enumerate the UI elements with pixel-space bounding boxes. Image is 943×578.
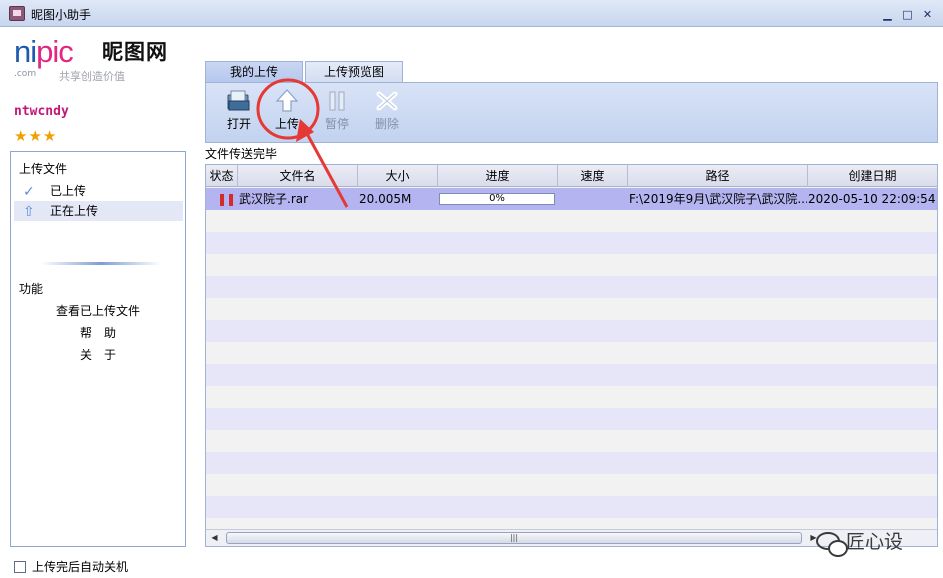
about-link[interactable]: 关 于 [11, 346, 185, 363]
empty-table-row [206, 408, 937, 430]
column-header-path[interactable]: 路径 [628, 165, 808, 187]
rating-stars-icon: ★★★ [14, 127, 58, 145]
column-header-size[interactable]: 大小 [358, 165, 438, 187]
empty-table-row [206, 298, 937, 320]
auto-shutdown-option[interactable]: 上传完后自动关机 [14, 558, 128, 575]
watermark: 匠心设 [816, 527, 904, 557]
username: ntwcndy [14, 104, 69, 119]
open-button[interactable]: 打开 [216, 89, 262, 132]
empty-table-row [206, 276, 937, 298]
empty-table-row [206, 232, 937, 254]
empty-table-row [206, 364, 937, 386]
row-filename: 武汉院子.rar [239, 192, 309, 206]
column-header-created[interactable]: 创建日期 [808, 165, 937, 187]
tab-my-uploads[interactable]: 我的上传 [205, 61, 303, 82]
logo-ni: ni [14, 34, 37, 69]
delete-button-label: 删除 [374, 117, 399, 131]
logo-slogan: 共享创造价值 [59, 70, 125, 83]
empty-table-row [206, 254, 937, 276]
column-header-speed[interactable]: 速度 [558, 165, 628, 187]
empty-table-row [206, 474, 937, 496]
window-title: 昵图小助手 [31, 8, 92, 22]
divider [41, 262, 161, 265]
auto-shutdown-checkbox[interactable] [14, 561, 26, 573]
column-header-filename[interactable]: 文件名 [238, 165, 358, 187]
table-row[interactable]: ❚❚ 武汉院子.rar 20.005M 0% F:\2019年9月\武汉院子\武… [206, 188, 937, 210]
logo-chinese-name: 昵图网 [102, 40, 168, 64]
column-header-progress[interactable]: 进度 [438, 165, 558, 187]
table-header: 状态 文件名 大小 进度 速度 路径 创建日期 [206, 165, 937, 187]
row-progress-bar: 0% [439, 193, 555, 205]
upload-table: 状态 文件名 大小 进度 速度 路径 创建日期 ❚❚ 武汉院子.rar 20.0… [205, 164, 938, 547]
sidebar-item-uploaded[interactable]: ✓ 已上传 [14, 181, 183, 201]
empty-table-row [206, 430, 937, 452]
delete-x-icon [374, 89, 400, 113]
status-text: 文件传送完毕 [205, 147, 278, 161]
open-button-label: 打开 [226, 117, 251, 131]
row-speed [562, 188, 628, 210]
row-status-pause-icon: ❚❚ [217, 192, 236, 206]
row-created: 2020-05-10 22:09:54 [808, 192, 936, 206]
functions-heading: 功能 [19, 282, 44, 296]
app-icon [9, 6, 25, 21]
empty-table-row [206, 452, 937, 474]
watermark-text: 匠心设 [846, 531, 904, 553]
sidebar-item-uploading[interactable]: ⇧ 正在上传 [14, 201, 183, 221]
open-folder-icon [226, 89, 252, 113]
upload-button[interactable]: 上传 [264, 89, 310, 132]
toolbar: 打开 上传 暂停 删除 [205, 82, 938, 143]
empty-table-row [206, 210, 937, 232]
check-icon: ✓ [23, 184, 35, 200]
scroll-left-arrow-icon[interactable]: ◀ [206, 530, 223, 546]
logo-pic: pic [36, 34, 74, 69]
maximize-button[interactable]: □ [902, 9, 913, 20]
row-progress-label: 0% [489, 193, 505, 204]
minimize-button[interactable]: ▁ [882, 9, 893, 20]
view-uploaded-link[interactable]: 查看已上传文件 [11, 302, 185, 319]
sidebar-item-label: 正在上传 [50, 204, 99, 218]
tab-upload-preview[interactable]: 上传预览图 [305, 61, 403, 82]
close-button[interactable]: ✕ [922, 9, 933, 20]
delete-button[interactable]: 删除 [364, 89, 410, 132]
title-bar: 昵图小助手 ▁ □ ✕ [0, 0, 943, 27]
pause-button-label: 暂停 [324, 117, 349, 131]
column-header-status[interactable]: 状态 [206, 165, 238, 187]
empty-table-row [206, 342, 937, 364]
row-path: F:\2019年9月\武汉院子\武汉院... [629, 192, 807, 206]
navigation-panel: 上传文件 ✓ 已上传 ⇧ 正在上传 功能 查看已上传文件 帮 助 关 于 [10, 151, 186, 547]
empty-table-row [206, 386, 937, 408]
upload-button-label: 上传 [274, 117, 299, 131]
scroll-thumb[interactable]: ||| [226, 532, 802, 544]
wechat-icon [816, 532, 848, 557]
left-sidebar: nipic 昵图网 .com 共享创造价值 ntwcndy ★★★ 上传文件 ✓… [0, 28, 196, 578]
help-link[interactable]: 帮 助 [11, 324, 185, 341]
empty-table-row [206, 496, 937, 518]
logo-dotcom: .com [14, 69, 37, 79]
upload-files-heading: 上传文件 [19, 162, 68, 176]
upload-arrow-icon [274, 89, 300, 113]
logo-wordmark: nipic [14, 34, 74, 70]
pause-icon [324, 89, 350, 113]
auto-shutdown-label: 上传完后自动关机 [32, 560, 129, 574]
nipic-logo: nipic 昵图网 .com 共享创造价值 [14, 34, 189, 84]
pause-button[interactable]: 暂停 [314, 89, 360, 132]
row-size: 20.005M [359, 192, 412, 206]
sidebar-item-label: 已上传 [50, 184, 87, 198]
up-arrow-icon: ⇧ [23, 204, 35, 220]
empty-table-row [206, 320, 937, 342]
